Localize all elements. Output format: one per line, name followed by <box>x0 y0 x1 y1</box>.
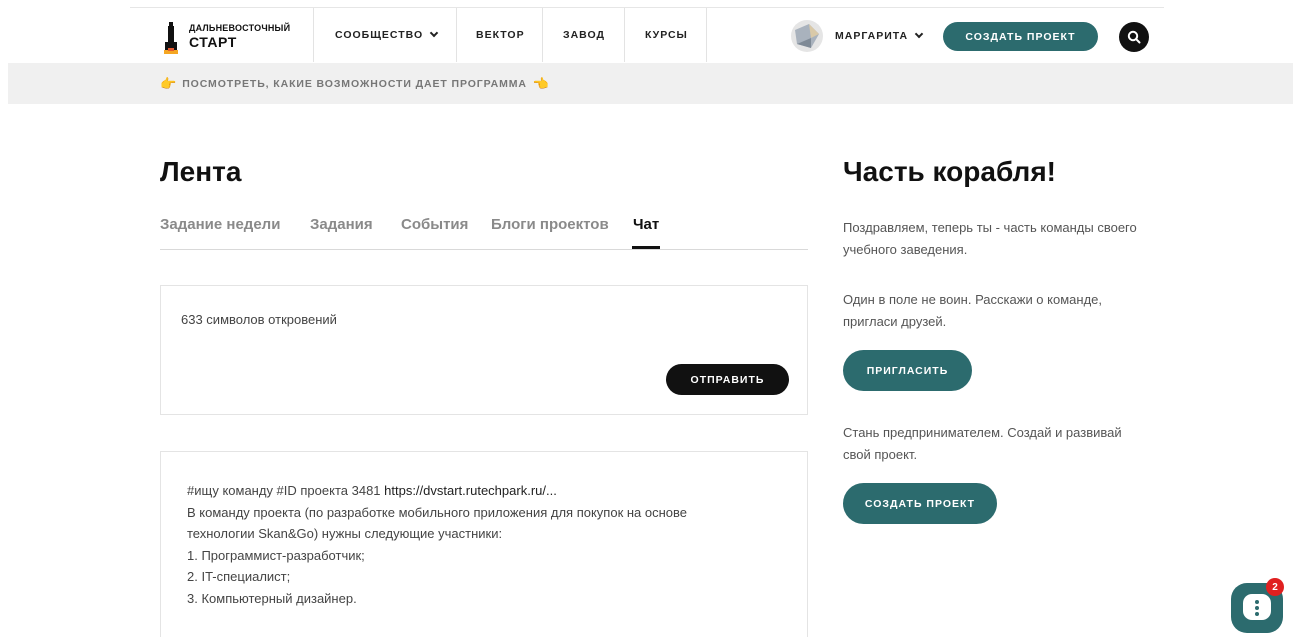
logo[interactable]: ДАЛЬНЕВОСТОЧНЫЙ СТАРТ <box>162 20 312 56</box>
chevron-down-icon <box>914 29 924 39</box>
nav-item-community[interactable]: СООБЩЕСТВО <box>335 8 439 62</box>
tab-chat[interactable]: Чат <box>633 216 659 233</box>
tab-project-blogs[interactable]: Блоги проектов <box>491 216 609 233</box>
post-tags: #ищу команду #ID проекта 3481 <box>187 483 385 498</box>
post-line: 2. IT-специалист; <box>187 569 291 584</box>
promo-bar: 👉 ПОСМОТРЕТЬ, КАКИЕ ВОЗМОЖНОСТИ ДАЕТ ПРО… <box>8 63 1293 104</box>
chat-dot <box>1255 606 1259 610</box>
search-button[interactable] <box>1119 22 1149 52</box>
post-body: #ищу команду #ID проекта 3481 https://dv… <box>187 480 687 609</box>
logo-top-text: ДАЛЬНЕВОСТОЧНЫЙ <box>189 23 291 33</box>
search-icon <box>1127 30 1141 44</box>
chat-bubble-icon <box>1243 594 1271 620</box>
post-line: 1. Программист-разработчик; <box>187 547 365 563</box>
nav-divider <box>624 8 625 62</box>
avatar-image <box>795 24 819 48</box>
message-input-placeholder[interactable]: 633 символов откровений <box>181 312 337 327</box>
pointing-hand-right-icon: 👉 <box>160 76 177 91</box>
nav-divider <box>456 8 457 62</box>
pointing-hand-left-icon: 👈 <box>532 76 550 91</box>
sidebar-congrats-text: Поздравляем, теперь ты - часть команды с… <box>843 220 1137 257</box>
promo-text: ПОСМОТРЕТЬ, КАКИЕ ВОЗМОЖНОСТИ ДАЕТ ПРОГР… <box>182 77 527 90</box>
chevron-down-icon <box>429 28 439 38</box>
sidebar-entrepreneur-text: Стань предпринимателем. Создай и развива… <box>843 425 1122 462</box>
invite-button[interactable]: ПРИГЛАСИТЬ <box>843 350 972 391</box>
send-button[interactable]: ОТПРАВИТЬ <box>666 364 789 395</box>
nav-item-label: КУРСЫ <box>645 29 688 41</box>
nav-item-label: ВЕКТОР <box>476 29 525 41</box>
nav-divider <box>542 8 543 62</box>
nav-divider <box>706 8 707 62</box>
chat-dot <box>1255 600 1259 604</box>
notification-badge: 2 <box>1266 578 1284 596</box>
avatar <box>791 20 823 52</box>
post-header-line: #ищу команду #ID проекта 3481 https://dv… <box>187 480 687 502</box>
tab-weekly-task[interactable]: Задание недели <box>160 216 280 233</box>
post-line: 3. Компьютерный дизайнер. <box>187 590 357 606</box>
active-tab-indicator <box>632 246 660 249</box>
nav-item-factory[interactable]: ЗАВОД <box>563 8 605 62</box>
post-line: В команду проекта (по разработке мобильн… <box>187 504 688 520</box>
sidebar-title: Часть корабля! <box>843 156 1056 187</box>
logo-main-text: СТАРТ <box>189 34 237 50</box>
nav-item-vector[interactable]: ВЕКТОР <box>476 8 525 62</box>
rocket-logo-icon <box>164 22 178 54</box>
create-project-button[interactable]: СОЗДАТЬ ПРОЕКТ <box>943 22 1098 51</box>
tab-events[interactable]: События <box>401 216 468 233</box>
promo-link[interactable]: 👉 ПОСМОТРЕТЬ, КАКИЕ ВОЗМОЖНОСТИ ДАЕТ ПРО… <box>160 63 549 104</box>
feed-tabs: Задание недели Задания События Блоги про… <box>160 216 808 250</box>
feed-post: #ищу команду #ID проекта 3481 https://dv… <box>160 451 808 637</box>
chat-dot <box>1255 612 1259 616</box>
site-header: ДАЛЬНЕВОСТОЧНЫЙ СТАРТ СООБЩЕСТВО ВЕКТОР … <box>0 8 1293 62</box>
sidebar-invite-text: Один в поле не воин. Расскажи о команде,… <box>843 292 1102 329</box>
user-name: МАРГАРИТА <box>835 30 909 42</box>
page-title: Лента <box>160 156 242 187</box>
nav-item-label: СООБЩЕСТВО <box>335 29 424 41</box>
message-composer[interactable]: 633 символов откровений ОТПРАВИТЬ <box>160 285 808 415</box>
sidebar-create-project-button[interactable]: СОЗДАТЬ ПРОЕКТ <box>843 483 997 524</box>
nav-item-label: ЗАВОД <box>563 29 605 41</box>
nav-divider <box>313 8 314 62</box>
post-line: технологии Skan&Go) нужны следующие учас… <box>187 526 503 541</box>
post-link[interactable]: https://dvstart.rutechpark.ru/... <box>384 483 557 498</box>
nav-item-courses[interactable]: КУРСЫ <box>645 8 688 62</box>
tab-tasks[interactable]: Задания <box>310 216 373 233</box>
user-menu[interactable]: МАРГАРИТА <box>791 20 924 52</box>
